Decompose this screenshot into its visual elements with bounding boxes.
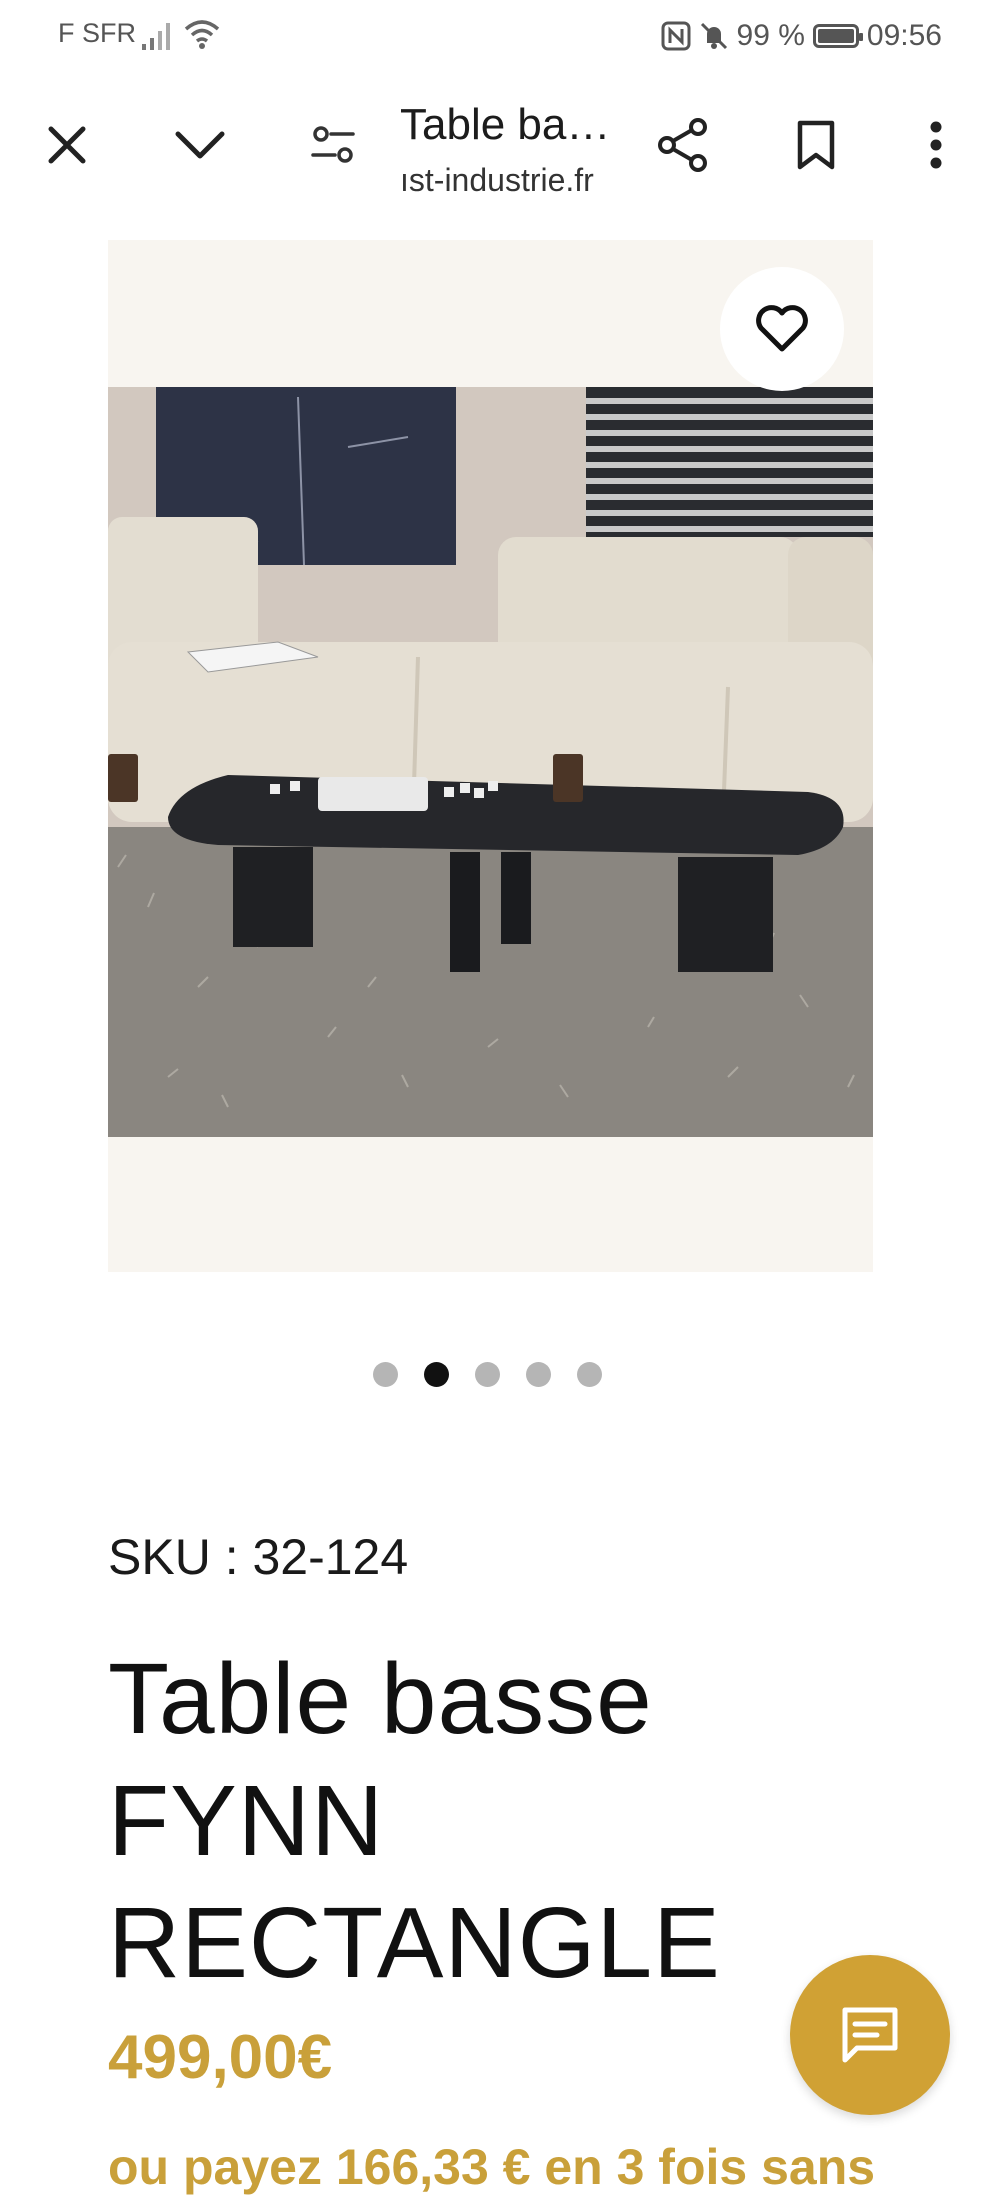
tune-icon[interactable] [298,110,368,180]
page-domain: ıst-industrie.fr [400,162,594,198]
carousel-dot[interactable] [526,1362,551,1387]
product-title-line: FYNN [108,1765,385,1877]
product-price: 499,00€ [108,2023,333,2092]
mute-bell-icon [700,22,727,50]
status-bar: F SFR 99 % 09:56 [0,0,1000,70]
installment-info: ou payez 166,33 € en 3 fois sans [108,2139,876,2195]
chat-button[interactable] [790,1955,950,2115]
status-right: 99 % 09:56 [661,16,942,56]
more-vert-icon[interactable] [901,110,971,180]
favorite-button[interactable] [720,267,844,391]
carousel-dot[interactable] [577,1362,602,1387]
product-image[interactable] [108,240,873,1272]
product-sku: SKU : 32-124 [108,1529,409,1585]
carousel-dot-active[interactable] [424,1362,449,1387]
product-title: Table basse FYNN RECTANGLE [108,1638,721,2004]
wifi-icon [184,20,220,49]
product-photo [108,387,873,1272]
close-icon[interactable] [32,110,102,180]
nfc-icon [661,21,691,51]
battery-percent: 99 % [736,19,805,52]
heart-icon [756,305,808,352]
clock: 09:56 [866,19,942,52]
page-title[interactable]: Table ba… [400,100,610,150]
battery-icon [812,24,863,48]
product-title-line: Table basse [108,1643,653,1755]
carousel-dots [373,1362,602,1387]
carousel-dot[interactable] [475,1362,500,1387]
share-icon[interactable] [648,110,718,180]
chevron-down-icon[interactable] [165,110,235,180]
carousel-dot[interactable] [373,1362,398,1387]
signal-icon [142,23,170,50]
product-title-line: RECTANGLE [108,1887,721,1999]
carrier-label: F SFR [58,18,136,48]
bookmark-icon[interactable] [781,110,851,180]
chat-icon [842,2007,898,2063]
